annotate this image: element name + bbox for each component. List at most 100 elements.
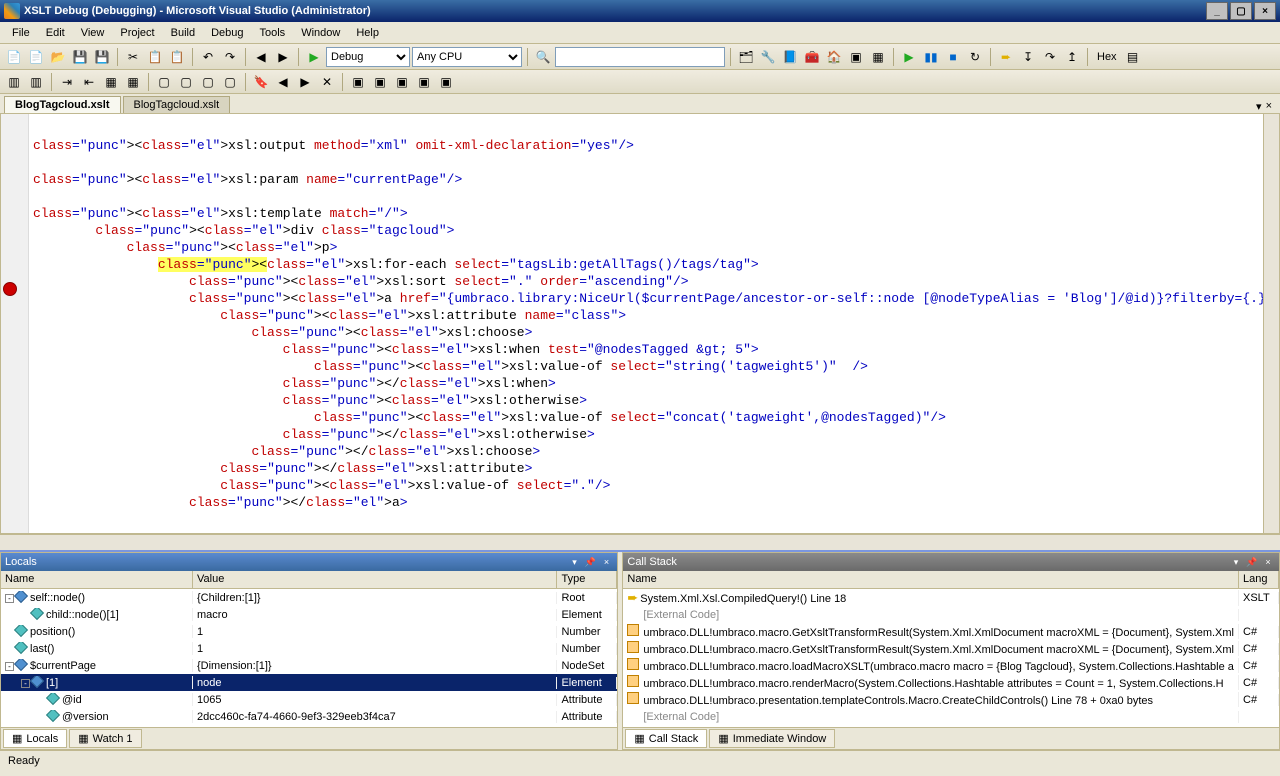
- step-over-icon[interactable]: ↷: [1040, 47, 1060, 67]
- save-all-icon[interactable]: 💾: [92, 47, 112, 67]
- callstack-title[interactable]: Call Stack ▾ 📌 ×: [623, 553, 1279, 571]
- locals-row[interactable]: -[1]nodeElement: [1, 674, 617, 691]
- code-area[interactable]: class="punc"><class="el">xsl:output meth…: [29, 114, 1263, 533]
- paste-icon[interactable]: 📋: [167, 47, 187, 67]
- panel-tab-watch-1[interactable]: ▦Watch 1: [69, 729, 141, 748]
- ext-mgr-icon[interactable]: ▦: [868, 47, 888, 67]
- panel-tab-locals[interactable]: ▦Locals: [3, 729, 67, 748]
- col-name[interactable]: Name: [623, 571, 1239, 588]
- properties-icon[interactable]: 🔧: [758, 47, 778, 67]
- cut-icon[interactable]: ✂: [123, 47, 143, 67]
- add-item-icon[interactable]: 📄: [26, 47, 46, 67]
- menu-tools[interactable]: Tools: [252, 25, 294, 41]
- bookmark-icon[interactable]: 🔖: [251, 72, 271, 92]
- outdent-icon[interactable]: ⇤: [79, 72, 99, 92]
- panel-close-icon[interactable]: ×: [1261, 555, 1275, 569]
- step-into-icon[interactable]: ↧: [1018, 47, 1038, 67]
- other-4-icon[interactable]: ▣: [414, 72, 434, 92]
- hex-label[interactable]: Hex: [1093, 51, 1121, 63]
- locals-row[interactable]: @version2dcc460c-fa74-4660-9ef3-329eeb3f…: [1, 708, 617, 725]
- other-2-icon[interactable]: ▣: [370, 72, 390, 92]
- maximize-button[interactable]: ▢: [1230, 2, 1252, 20]
- break-all-icon[interactable]: ▮▮: [921, 47, 941, 67]
- indent-icon[interactable]: ⇥: [57, 72, 77, 92]
- locals-row[interactable]: -self::node(){Children:[1]}Root: [1, 589, 617, 606]
- locals-title[interactable]: Locals ▾ 📌 ×: [1, 553, 617, 571]
- document-tab[interactable]: BlogTagcloud.xslt: [123, 96, 231, 113]
- bookmark-clear-icon[interactable]: ✕: [317, 72, 337, 92]
- col-type[interactable]: Type: [557, 571, 617, 588]
- find-combo[interactable]: [555, 47, 725, 67]
- uncomment-icon[interactable]: ▦: [123, 72, 143, 92]
- menu-build[interactable]: Build: [163, 25, 203, 41]
- minimize-button[interactable]: _: [1206, 2, 1228, 20]
- restart-icon[interactable]: ↻: [965, 47, 985, 67]
- editor-gutter[interactable]: [1, 114, 29, 533]
- bookmark-prev-icon[interactable]: ◀: [273, 72, 293, 92]
- panel-dropdown-icon[interactable]: ▾: [1229, 555, 1243, 569]
- callstack-body[interactable]: ➨System.Xml.Xsl.CompiledQuery!() Line 18…: [623, 589, 1279, 727]
- schema2-icon[interactable]: ▥: [26, 72, 46, 92]
- callstack-row[interactable]: umbraco.DLL!umbraco.presentation.templat…: [623, 691, 1279, 708]
- config-combo[interactable]: Debug: [326, 47, 410, 67]
- col-lang[interactable]: Lang: [1239, 571, 1279, 588]
- tab-dropdown-icon[interactable]: ▾: [1256, 100, 1262, 113]
- save-icon[interactable]: 💾: [70, 47, 90, 67]
- callstack-row[interactable]: [External Code]: [623, 708, 1279, 725]
- bookmark-next-icon[interactable]: ▶: [295, 72, 315, 92]
- tab-close-icon[interactable]: ×: [1266, 100, 1272, 113]
- menu-view[interactable]: View: [73, 25, 113, 41]
- step-out-icon[interactable]: ↥: [1062, 47, 1082, 67]
- code-editor[interactable]: class="punc"><class="el">xsl:output meth…: [0, 114, 1280, 534]
- panel-pin-icon[interactable]: 📌: [1245, 555, 1259, 569]
- panel-dropdown-icon[interactable]: ▾: [567, 555, 581, 569]
- continue-icon[interactable]: ▶: [899, 47, 919, 67]
- start-debug-icon[interactable]: ▶: [304, 47, 324, 67]
- callstack-row[interactable]: umbraco.DLL!umbraco.macro.GetXsltTransfo…: [623, 640, 1279, 657]
- menu-help[interactable]: Help: [348, 25, 387, 41]
- start-page-icon[interactable]: 🏠: [824, 47, 844, 67]
- copy-icon[interactable]: 📋: [145, 47, 165, 67]
- menu-edit[interactable]: Edit: [38, 25, 73, 41]
- toolbox-icon[interactable]: 🧰: [802, 47, 822, 67]
- open-icon[interactable]: 📂: [48, 47, 68, 67]
- platform-combo[interactable]: Any CPU: [412, 47, 522, 67]
- xslt-3-icon[interactable]: ▢: [198, 72, 218, 92]
- locals-body[interactable]: -self::node(){Children:[1]}Rootchild::no…: [1, 589, 617, 727]
- cmd-window-icon[interactable]: ▣: [846, 47, 866, 67]
- col-name[interactable]: Name: [1, 571, 193, 588]
- show-next-stmt-icon[interactable]: ➨: [996, 47, 1016, 67]
- menu-file[interactable]: File: [4, 25, 38, 41]
- hscrollbar[interactable]: [0, 534, 1280, 550]
- comment-icon[interactable]: ▦: [101, 72, 121, 92]
- schema-icon[interactable]: ▥: [4, 72, 24, 92]
- other-3-icon[interactable]: ▣: [392, 72, 412, 92]
- xslt-1-icon[interactable]: ▢: [154, 72, 174, 92]
- panel-close-icon[interactable]: ×: [599, 555, 613, 569]
- close-button[interactable]: ×: [1254, 2, 1276, 20]
- stop-debug-icon[interactable]: ■: [943, 47, 963, 67]
- col-value[interactable]: Value: [193, 571, 557, 588]
- locals-row[interactable]: @id1065Attribute: [1, 691, 617, 708]
- menu-debug[interactable]: Debug: [203, 25, 251, 41]
- redo-icon[interactable]: ↷: [220, 47, 240, 67]
- nav-fwd-icon[interactable]: ▶: [273, 47, 293, 67]
- locals-row[interactable]: last()1Number: [1, 640, 617, 657]
- vscrollbar[interactable]: [1263, 114, 1279, 533]
- callstack-row[interactable]: umbraco.DLL!umbraco.macro.loadMacroXSLT(…: [623, 657, 1279, 674]
- output-icon[interactable]: ▤: [1123, 47, 1143, 67]
- xslt-2-icon[interactable]: ▢: [176, 72, 196, 92]
- other-5-icon[interactable]: ▣: [436, 72, 456, 92]
- panel-tab-immediate-window[interactable]: ▦Immediate Window: [709, 729, 835, 748]
- panel-tab-call-stack[interactable]: ▦Call Stack: [625, 729, 707, 748]
- sln-explorer-icon[interactable]: 🗂: [736, 47, 756, 67]
- locals-row[interactable]: -$currentPage{Dimension:[1]}NodeSet: [1, 657, 617, 674]
- callstack-row[interactable]: ➨System.Xml.Xsl.CompiledQuery!() Line 18…: [623, 589, 1279, 606]
- callstack-row[interactable]: umbraco.DLL!umbraco.macro.GetXsltTransfo…: [623, 623, 1279, 640]
- nav-back-icon[interactable]: ◀: [251, 47, 271, 67]
- callstack-row[interactable]: umbraco.DLL!umbraco.macro.renderMacro(Sy…: [623, 674, 1279, 691]
- other-1-icon[interactable]: ▣: [348, 72, 368, 92]
- menu-project[interactable]: Project: [112, 25, 162, 41]
- panel-pin-icon[interactable]: 📌: [583, 555, 597, 569]
- undo-icon[interactable]: ↶: [198, 47, 218, 67]
